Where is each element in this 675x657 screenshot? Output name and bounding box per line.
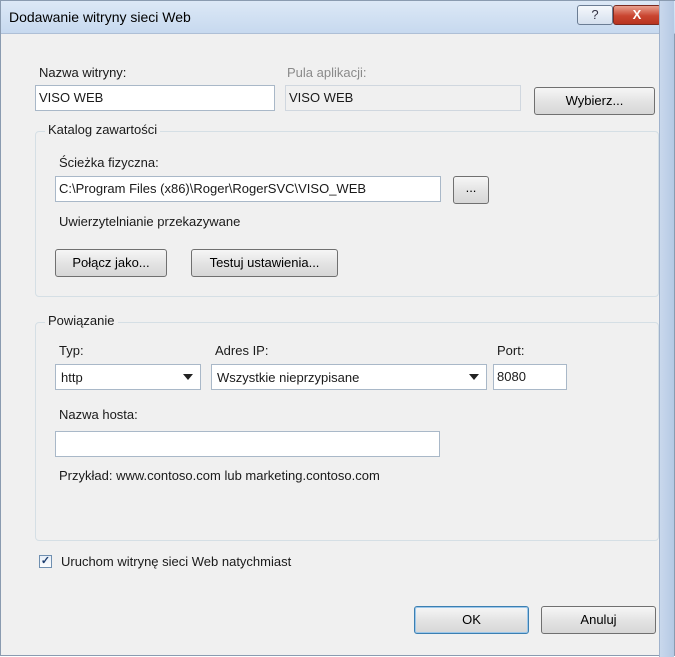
host-name-input[interactable]	[55, 431, 440, 457]
test-settings-button[interactable]: Testuj ustawienia...	[191, 249, 338, 277]
dialog-title: Dodawanie witryny sieci Web	[9, 9, 191, 25]
type-label: Typ:	[59, 343, 84, 358]
checkmark-icon: ✓	[40, 555, 51, 567]
window-frame-edge	[659, 1, 674, 657]
host-name-label: Nazwa hosta:	[59, 407, 138, 422]
host-example-text: Przykład: www.contoso.com lub marketing.…	[59, 468, 380, 483]
connect-as-button[interactable]: Połącz jako...	[55, 249, 167, 277]
chevron-down-icon	[469, 374, 479, 380]
type-select-value: http	[61, 370, 83, 385]
chevron-down-icon	[183, 374, 193, 380]
cancel-button[interactable]: Anuluj	[541, 606, 656, 634]
close-button[interactable]: X	[613, 5, 661, 25]
app-pool-field: VISO WEB	[285, 85, 521, 111]
browse-path-button[interactable]: ...	[453, 176, 489, 204]
ip-address-select[interactable]: Wszystkie nieprzypisane	[211, 364, 487, 390]
site-name-label: Nazwa witryny:	[39, 65, 127, 80]
physical-path-input[interactable]: C:\Program Files (x86)\Roger\RogerSVC\VI…	[55, 176, 441, 202]
site-name-input[interactable]: VISO WEB	[35, 85, 275, 111]
add-website-dialog: Dodawanie witryny sieci Web ? X Nazwa wi…	[0, 0, 675, 657]
port-input[interactable]: 8080	[493, 364, 567, 390]
content-directory-title: Katalog zawartości	[45, 122, 161, 137]
help-button[interactable]: ?	[577, 5, 613, 25]
pass-through-auth-text: Uwierzytelnianie przekazywane	[59, 214, 241, 229]
start-immediately-label[interactable]: Uruchom witrynę sieci Web natychmiast	[61, 554, 291, 569]
ip-address-select-value: Wszystkie nieprzypisane	[217, 370, 360, 385]
ok-button[interactable]: OK	[414, 606, 529, 634]
choose-pool-button[interactable]: Wybierz...	[534, 87, 655, 115]
ip-address-label: Adres IP:	[215, 343, 269, 358]
binding-title: Powiązanie	[45, 313, 118, 328]
title-bar: Dodawanie witryny sieci Web ? X	[1, 1, 675, 34]
physical-path-label: Ścieżka fizyczna:	[59, 155, 159, 170]
app-pool-label: Pula aplikacji:	[287, 65, 367, 80]
type-select[interactable]: http	[55, 364, 201, 390]
port-label: Port:	[497, 343, 525, 358]
start-immediately-checkbox[interactable]: ✓	[39, 555, 52, 568]
